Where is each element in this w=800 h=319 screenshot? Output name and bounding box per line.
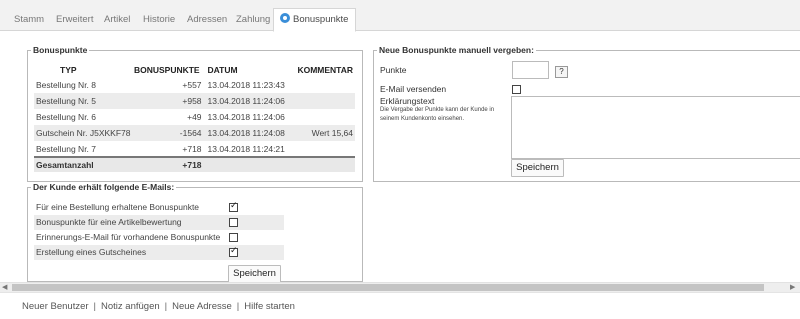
total-empty-cell [297,156,355,172]
total-value: +718 [132,156,206,172]
bonuspunkte-table: TYP BONUSPUNKTE DATUM KOMMENTAR Bestellu… [34,63,355,172]
table-row: Gutschein Nr. J5XKKF78 -1564 13.04.2018 … [34,125,355,141]
footer-bar: Neuer Benutzer | Notiz anfügen | Neue Adress… [0,292,800,319]
cell-kommentar: Wert 15,64 [297,125,355,141]
header-datum: DATUM [207,65,238,75]
email-checkbox-gutschein[interactable] [229,246,238,257]
cell-typ: Bestellung Nr. 5 [34,93,133,109]
points-label: Punkte [380,65,407,75]
cell-punkte: -1564 [132,125,206,141]
manual-points-fieldset: Neue Bonuspunkte manuell vergeben: Punkt… [373,45,800,182]
email-option-label: Für eine Bestellung erhaltene Bonuspunkt… [36,202,200,212]
header-kommentar: KOMMENTAR [297,65,353,75]
cell-punkte: +718 [182,143,202,154]
tab-historie[interactable]: Historie [143,9,175,31]
horizontal-scrollbar[interactable]: ◀ ▶ [0,282,800,292]
tab-adressen[interactable]: Adressen [187,9,227,31]
scroll-right-icon[interactable]: ▶ [790,283,795,292]
manual-points-legend: Neue Bonuspunkte manuell vergeben: [379,45,534,55]
tab-bar: Stamm Erweitert Artikel Historie Adresse… [0,0,800,32]
cell-punkte: +557 [182,80,202,90]
email-option-row: Für eine Bestellung erhaltene Bonuspunkt… [34,200,284,215]
cell-kommentar [297,109,355,125]
points-help-button[interactable]: ? [555,66,568,78]
footer-separator: | [164,301,168,312]
cell-datum: 13.04.2018 11:24:21 [207,143,285,154]
points-input[interactable] [512,61,549,79]
total-empty-cell [205,156,298,172]
email-checkbox-bestellung[interactable] [229,201,238,212]
bonus-coin-icon [280,13,290,23]
cell-datum: 13.04.2018 11:24:06 [207,112,285,122]
cell-typ: Bestellung Nr. 7 [36,143,97,154]
reason-label: Erklärungstext [380,96,435,106]
email-option-row: Bonuspunkte für eine Artikelbewertung [34,215,284,230]
cell-datum: 13.04.2018 11:24:06 [205,93,298,109]
total-row: Gesamtanzahl +718 [34,156,355,172]
footer-separator: | [93,301,97,312]
scroll-left-icon[interactable]: ◀ [2,283,7,292]
email-option-label: Erinnerungs-E-Mail für vorhandene Bonusp… [36,232,221,242]
footer-link-neue-adresse[interactable]: Neue Adresse [172,301,232,312]
emails-legend: Der Kunde erhält folgende E-Mails: [33,182,175,192]
email-send-checkbox[interactable] [512,85,521,94]
tab-artikel[interactable]: Artikel [104,9,130,31]
email-checkbox-artikelbewertung[interactable] [229,218,238,227]
header-bonuspunkte: BONUSPUNKTE [133,65,200,75]
footer-links: Neuer Benutzer | Notiz anfügen | Neue Adress… [22,301,295,312]
footer-separator: | [236,301,240,312]
table-row: Bestellung Nr. 8 +557 13.04.2018 11:23:4… [34,77,355,93]
email-option-label: Bonuspunkte für eine Artikelbewertung [36,217,182,227]
cell-typ: Bestellung Nr. 8 [36,80,97,90]
email-send-label: E-Mail versenden [380,84,447,94]
cell-datum: 13.04.2018 11:23:43 [207,80,285,90]
footer-link-notiz[interactable]: Notiz anfügen [101,301,160,312]
email-option-row: Erinnerungs-E-Mail für vorhandene Bonusp… [34,230,284,245]
email-checkbox-erinnerung[interactable] [229,233,238,242]
manual-save-button[interactable]: Speichern [511,159,564,177]
table-header-row: TYP BONUSPUNKTE DATUM KOMMENTAR [34,63,355,77]
cell-typ: Bestellung Nr. 6 [36,112,97,122]
footer-link-neuer-benutzer[interactable]: Neuer Benutzer [22,301,89,312]
cell-kommentar [297,77,355,93]
bonuspunkte-fieldset: Bonuspunkte TYP BONUSPUNKTE DATUM KOMMEN… [27,45,363,182]
bonuspunkte-legend: Bonuspunkte [33,45,88,55]
header-typ: TYP [60,65,77,75]
cell-punkte: +958 [132,93,206,109]
table-row: Bestellung Nr. 7 +718 13.04.2018 11:24:2… [34,141,355,157]
total-label: Gesamtanzahl [34,156,133,172]
scrollbar-thumb[interactable] [12,284,764,291]
email-option-label: Erstellung eines Gutscheines [36,247,147,257]
emails-save-button[interactable]: Speichern [228,265,281,283]
footer-link-hilfe[interactable]: Hilfe starten [244,301,295,312]
table-row: Bestellung Nr. 5 +958 13.04.2018 11:24:0… [34,93,355,109]
reason-hint: Die Vergabe der Punkte kann der Kunde in… [380,107,495,122]
tab-stamm[interactable]: Stamm [14,9,44,31]
tab-zahlung[interactable]: Zahlung [236,9,270,31]
cell-datum: 13.04.2018 11:24:08 [205,125,298,141]
tab-bonuspunkte-label: Bonuspunkte [293,14,349,25]
tab-bonuspunkte[interactable]: Bonuspunkte [273,8,357,32]
cell-punkte: +49 [187,112,202,122]
table-row: Bestellung Nr. 6 +49 13.04.2018 11:24:06 [34,109,355,125]
cell-kommentar [297,93,355,109]
cell-typ: Gutschein Nr. J5XKKF78 [34,125,133,141]
tab-erweitert[interactable]: Erweitert [56,9,93,31]
cell-kommentar [297,141,355,157]
email-option-row: Erstellung eines Gutscheines [34,245,284,260]
emails-fieldset: Der Kunde erhält folgende E-Mails: Für e… [27,182,363,283]
reason-textarea[interactable] [511,96,800,159]
